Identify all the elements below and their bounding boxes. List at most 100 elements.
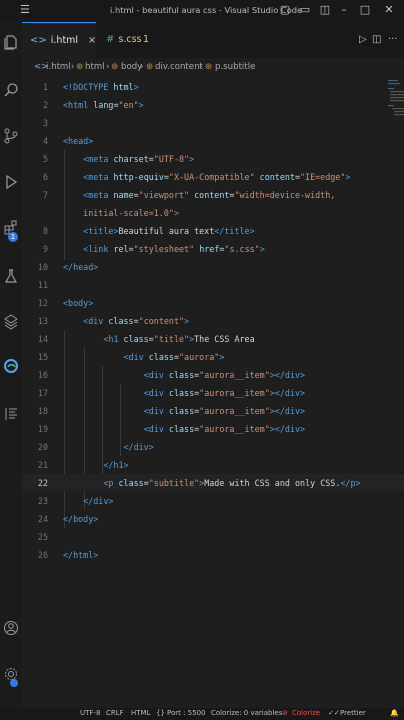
prettier-status[interactable]: Prettier <box>340 709 366 717</box>
maximize-icon[interactable]: □ <box>358 3 372 17</box>
port-status[interactable]: Port : 5500 <box>167 709 206 717</box>
code-line[interactable]: 5 <meta charset="UTF-8"> <box>22 150 404 168</box>
code-line[interactable]: 8 <title>Beautiful aura text</title> <box>22 222 404 240</box>
testing-icon[interactable] <box>0 268 22 290</box>
code-line[interactable]: initial-scale=1.0"> <box>22 204 404 222</box>
code-token: "aurora__item" <box>199 406 270 416</box>
layout-split-icon[interactable]: ◫ <box>318 3 332 17</box>
code-token: <div <box>143 424 169 434</box>
code-token: </head> <box>63 262 99 272</box>
chevron-right-icon: › <box>71 62 75 72</box>
code-token: http-equiv <box>113 172 164 182</box>
code-line[interactable]: 22 <p class="subtitle">Made with CSS and… <box>22 474 404 492</box>
code-line[interactable]: 4 <head> <box>22 132 404 150</box>
code-line[interactable]: 21 </h1> <box>22 456 404 474</box>
code-line[interactable]: 16 <div class="aurora__item"></div> <box>22 366 404 384</box>
code-text: <meta http-equiv="X-UA-Compatible" conte… <box>63 168 350 186</box>
tab-i-html[interactable]: <> i.html × <box>22 22 96 59</box>
close-icon[interactable]: ✕ <box>382 3 396 17</box>
breadcrumb-div-content[interactable]: div.content <box>155 62 203 72</box>
code-text: <meta name="viewport" content="width=dev… <box>63 186 335 204</box>
code-line[interactable]: 10 </head> <box>22 258 404 276</box>
code-token: </h1> <box>103 460 129 470</box>
account-icon[interactable] <box>0 620 22 642</box>
code-token: class <box>148 352 174 362</box>
code-line[interactable]: 9 <link rel="stylesheet" href="s.css"> <box>22 240 404 258</box>
code-token: <html <box>63 100 94 110</box>
element-icon: ⊛ <box>146 62 154 72</box>
remote-explorer-icon[interactable] <box>0 314 22 336</box>
notifications-icon[interactable]: 🔔 <box>390 709 399 717</box>
code-line[interactable]: 19 <div class="aurora__item"></div> <box>22 420 404 438</box>
layout-panel-icon[interactable]: ▭ <box>298 3 312 17</box>
code-token: </title> <box>214 226 255 236</box>
code-line[interactable]: 13 <div class="content"> <box>22 312 404 330</box>
code-token: > <box>345 172 351 182</box>
line-number: 15 <box>37 352 48 362</box>
code-line[interactable]: 12 <body> <box>22 294 404 312</box>
code-token: "stylesheet" <box>133 244 195 254</box>
search-icon[interactable] <box>0 82 22 104</box>
close-tab-icon[interactable]: × <box>88 35 96 46</box>
line-number: 18 <box>37 406 48 416</box>
code-line[interactable]: 7 <meta name="viewport" content="width=d… <box>22 186 404 204</box>
extensions-icon[interactable]: 1 <box>0 220 22 242</box>
breadcrumb-html[interactable]: html <box>85 62 105 72</box>
more-actions-icon[interactable]: ··· <box>388 34 398 45</box>
code-token: initial-scale=1.0" <box>63 208 174 218</box>
code-line[interactable]: 15 <div class="aurora"> <box>22 348 404 366</box>
code-token: > <box>138 100 144 110</box>
code-token: "X-UA-Compatible" <box>168 172 255 182</box>
title-bar: ☰ i.html - beautiful aura css - Visual S… <box>0 0 404 22</box>
code-line[interactable]: 11 <box>22 276 404 294</box>
code-token: > <box>173 208 179 218</box>
code-line[interactable]: 25 <box>22 528 404 546</box>
colorize-vars-status[interactable]: Colorize: 0 variables <box>211 709 282 717</box>
code-token: Beautiful aura text <box>118 226 215 236</box>
colorize-status[interactable]: Colorize <box>292 709 320 717</box>
language-status[interactable]: HTML <box>131 709 150 717</box>
code-line[interactable]: 1 <!DOCTYPE html> <box>22 78 404 96</box>
code-token: <h1 <box>103 334 124 344</box>
split-editor-icon[interactable]: ◫ <box>372 34 381 45</box>
code-token: "content" <box>138 316 185 326</box>
code-token: "s.css" <box>224 244 260 254</box>
code-token: <link <box>83 244 114 254</box>
breadcrumb: <> i.html › ⊛ html › ⊛ body › ⊛ div.cont… <box>22 58 404 78</box>
chevron-right-icon: › <box>140 62 144 72</box>
code-editor[interactable]: 1 <!DOCTYPE html> 2 <html lang="en"> 3 4 <head… <box>22 78 404 708</box>
css-file-icon: # <box>106 34 115 45</box>
encoding-status[interactable]: UTF-8 <box>80 709 100 717</box>
code-text: </div> <box>63 492 113 510</box>
minimize-icon[interactable]: – <box>337 3 351 17</box>
run-debug-icon[interactable] <box>0 174 22 196</box>
code-line[interactable]: 24 </body> <box>22 510 404 528</box>
explorer-icon[interactable] <box>0 34 22 56</box>
code-line[interactable]: 17 <div class="aurora__item"></div> <box>22 384 404 402</box>
layout-sidebar-icon[interactable]: ▢ <box>278 3 292 17</box>
settings-icon[interactable] <box>0 666 22 688</box>
code-line[interactable]: 14 <h1 class="title">The CSS Area <box>22 330 404 348</box>
source-control-icon[interactable] <box>0 128 22 150</box>
code-line[interactable]: 18 <div class="aurora__item"></div> <box>22 402 404 420</box>
code-line[interactable]: 26 </html> <box>22 546 404 564</box>
outline-icon[interactable] <box>0 406 22 428</box>
code-line[interactable]: 23 </div> <box>22 492 404 510</box>
code-line[interactable]: 20 </div> <box>22 438 404 456</box>
code-line[interactable]: 2 <html lang="en"> <box>22 96 404 114</box>
chevron-right-icon: › <box>199 62 203 72</box>
hamburger-icon[interactable]: ☰ <box>20 3 30 16</box>
code-token: "en" <box>118 100 139 110</box>
code-line[interactable]: 6 <meta http-equiv="X-UA-Compatible" con… <box>22 168 404 186</box>
edge-icon[interactable] <box>0 358 22 380</box>
breadcrumb-file[interactable]: i.html <box>46 62 71 72</box>
code-line[interactable]: 3 <box>22 114 404 132</box>
breadcrumb-p-subtitle[interactable]: p.subtitle <box>215 62 255 72</box>
eol-status[interactable]: CRLF <box>106 709 124 717</box>
code-text: <title>Beautiful aura text</title> <box>63 222 255 240</box>
run-icon[interactable]: ▷ <box>359 34 367 45</box>
tab-s-css[interactable]: # s.css <box>98 22 162 58</box>
